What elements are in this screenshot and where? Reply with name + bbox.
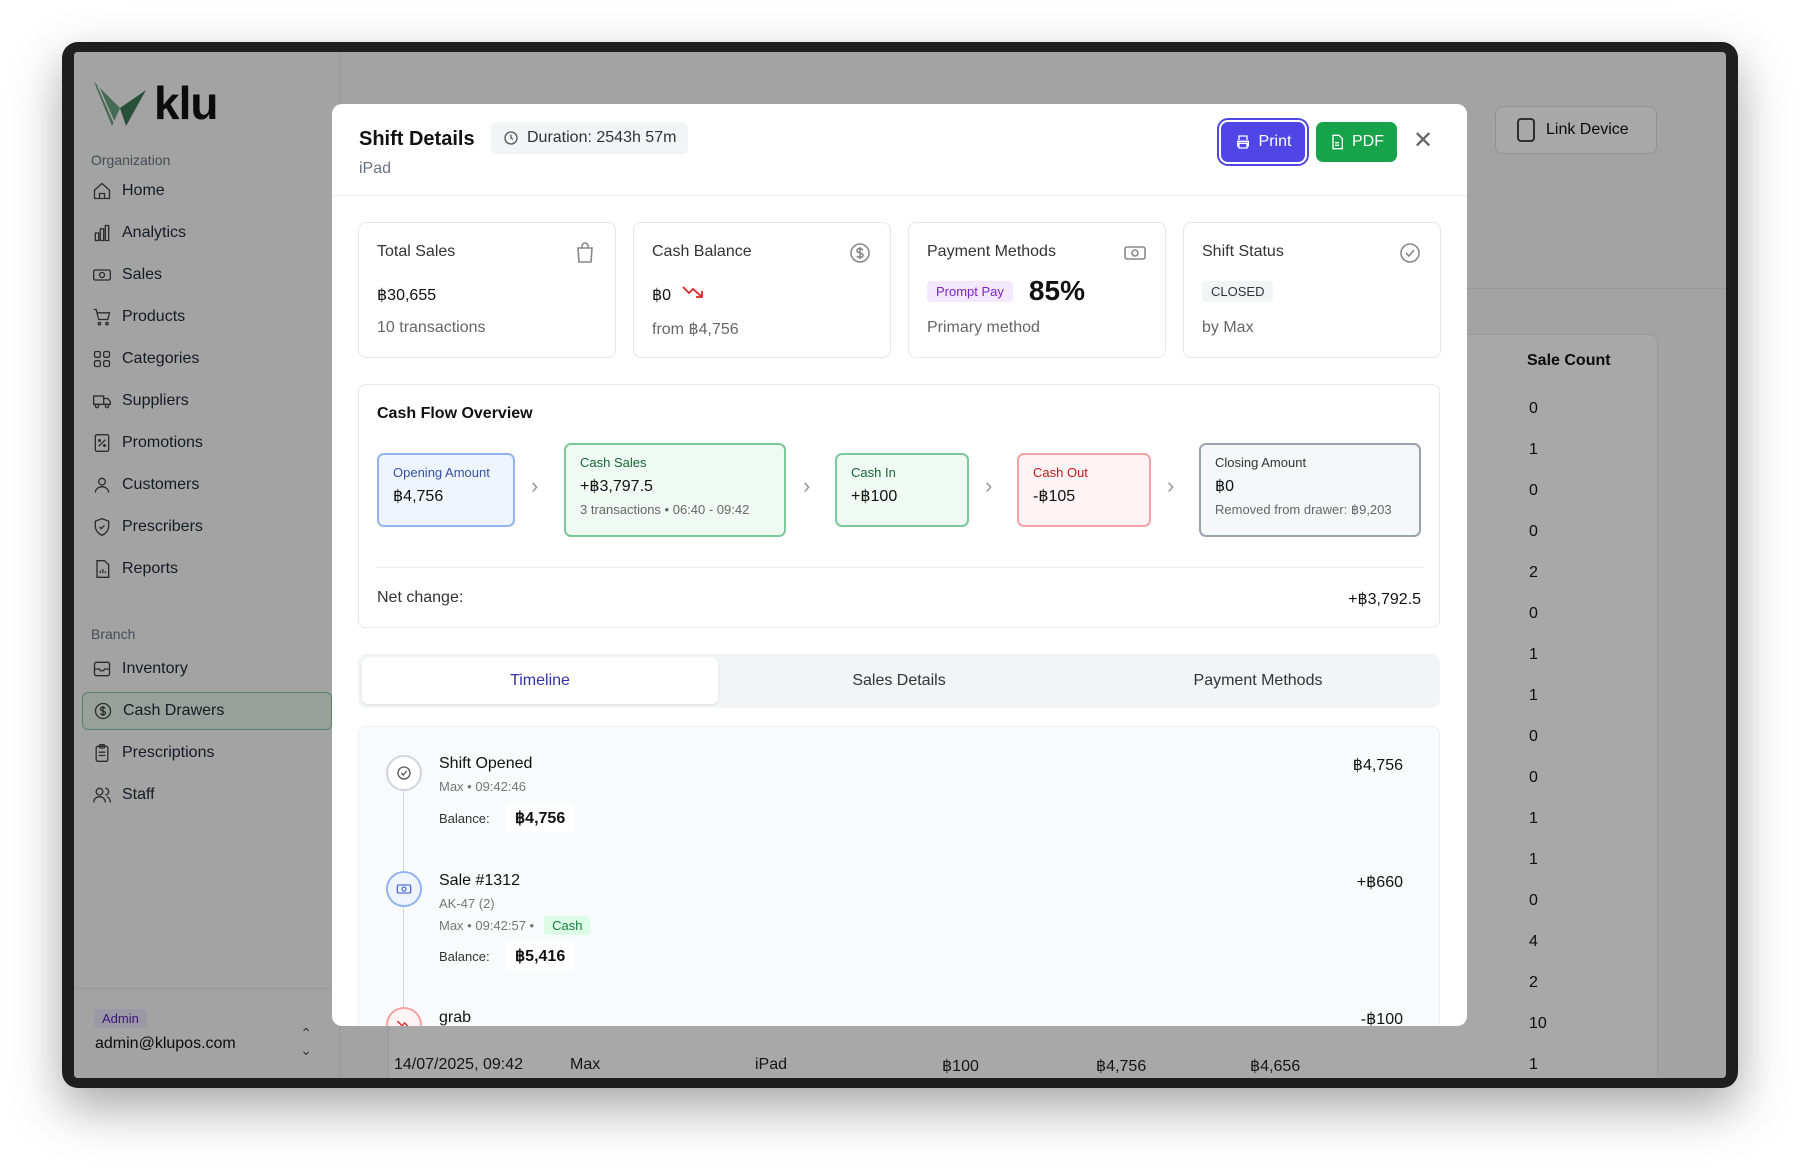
balance-label: Balance:: [439, 811, 490, 826]
shopping-bag-icon: [577, 242, 593, 263]
modal-header: Shift Details iPad Duration: 2543h 57m P…: [332, 104, 1467, 196]
balance-value: ฿5,416: [505, 941, 576, 971]
card-title: Cash Balance: [652, 243, 752, 260]
closing-amount-box: Closing Amount ฿0 Removed from drawer: ฿…: [1199, 443, 1421, 537]
chevron-right-icon: ›: [1167, 473, 1175, 498]
tab-timeline[interactable]: Timeline: [362, 658, 718, 704]
status-badge: CLOSED: [1202, 281, 1274, 302]
flow-label: Cash Out: [1033, 465, 1088, 480]
cash-flow-overview: Cash Flow Overview Opening Amount ฿4,756…: [358, 384, 1440, 628]
trend-down-icon: [386, 1007, 422, 1026]
flow-label: Cash Sales: [580, 455, 647, 470]
flow-label: Closing Amount: [1215, 455, 1307, 470]
event-title: Sale #1312: [439, 872, 520, 889]
card-sub: from ฿4,756: [652, 321, 739, 338]
banknote-icon: [386, 871, 422, 907]
duration-badge: Duration: 2543h 57m: [491, 122, 689, 154]
device-name: iPad: [359, 160, 392, 177]
total-sales-card: Total Sales ฿30,655 10 transactions: [358, 222, 616, 358]
event-amount: -฿100: [1360, 1011, 1403, 1026]
card-sub: by Max: [1202, 319, 1254, 336]
payment-methods-card: Payment Methods Prompt Pay 85% Primary m…: [908, 222, 1166, 358]
event-meta-row: Max • 09:42:57 • Cash: [439, 916, 591, 935]
modal-title: Shift Details: [359, 128, 475, 150]
event-item: AK-47 (2): [439, 896, 495, 911]
app-screen: klu Organization Home Analytics Sales Pr…: [74, 52, 1726, 1078]
flow-value: ฿4,756: [393, 488, 444, 505]
card-sub: Primary method: [927, 319, 1040, 336]
event-title: Shift Opened: [439, 755, 533, 772]
card-title: Total Sales: [377, 243, 456, 260]
opening-amount-box: Opening Amount ฿4,756: [377, 453, 515, 527]
event-title: grab: [439, 1009, 472, 1026]
duration-text: Duration: 2543h 57m: [527, 129, 677, 146]
card-value-row: CLOSED: [1202, 281, 1274, 302]
file-icon: [1332, 134, 1343, 150]
net-change-label: Net change:: [377, 589, 464, 606]
chevron-right-icon: ›: [803, 473, 811, 498]
flow-label: Cash In: [851, 465, 896, 480]
flow-value: +฿100: [851, 488, 898, 505]
shift-status-card: Shift Status CLOSED by Max: [1183, 222, 1441, 358]
tab-sales-details[interactable]: Sales Details: [721, 658, 1077, 704]
flow-value: +฿3,797.5: [580, 478, 653, 495]
printer-icon: [1236, 135, 1249, 149]
chevron-right-icon: ›: [531, 473, 539, 498]
card-title: Shift Status: [1202, 243, 1284, 260]
method-badge: Prompt Pay: [927, 280, 1013, 302]
event-meta: Max • 09:42:57 •: [439, 918, 535, 933]
check-circle-icon: [1400, 243, 1420, 263]
banknote-icon: [1124, 246, 1146, 260]
cash-balance-card: Cash Balance ฿0 from ฿4,756: [633, 222, 891, 358]
cash-out-box: Cash Out -฿105: [1017, 453, 1151, 527]
dollar-circle-icon: [850, 243, 870, 263]
flow-sub: 3 transactions • 06:40 - 09:42: [580, 502, 750, 517]
balance-value: ฿4,756: [505, 803, 576, 833]
payment-method-badge: Cash: [544, 916, 591, 935]
clock-icon: [504, 131, 518, 145]
flow-sub: Removed from drawer: ฿9,203: [1215, 502, 1392, 517]
divider: [377, 567, 1423, 568]
print-label: Print: [1258, 133, 1292, 150]
cash-in-box: Cash In +฿100: [835, 453, 969, 527]
print-button[interactable]: Print: [1221, 122, 1305, 162]
detail-tabs: Timeline Sales Details Payment Methods: [358, 654, 1440, 708]
card-value-row: Prompt Pay 85%: [927, 275, 1085, 307]
pdf-label: PDF: [1352, 133, 1384, 150]
card-value: ฿30,655: [377, 287, 437, 304]
flow-value: -฿105: [1033, 488, 1076, 505]
event-meta: Max • 09:42:46: [439, 779, 526, 794]
trend-down-icon: [681, 286, 703, 298]
method-percent: 85%: [1028, 275, 1085, 306]
flow-label: Opening Amount: [393, 465, 490, 480]
card-title: Payment Methods: [927, 243, 1056, 260]
balance-label: Balance:: [439, 949, 490, 964]
chevron-right-icon: ›: [985, 473, 993, 498]
card-value: ฿0: [652, 287, 672, 304]
card-sub: 10 transactions: [377, 319, 486, 336]
net-change-value: +฿3,792.5: [1348, 591, 1421, 608]
flow-value: ฿0: [1215, 478, 1235, 495]
timeline-panel: Shift Opened Max • 09:42:46 ฿4,756 Balan…: [358, 726, 1440, 1026]
event-amount: +฿660: [1356, 874, 1403, 891]
tab-payment-methods[interactable]: Payment Methods: [1080, 658, 1436, 704]
shift-details-modal: Shift Details iPad Duration: 2543h 57m P…: [332, 104, 1467, 1026]
event-amount: ฿4,756: [1352, 757, 1403, 774]
close-icon[interactable]: ✕: [1413, 126, 1433, 156]
pdf-button[interactable]: PDF: [1316, 122, 1397, 162]
check-circle-icon: [386, 755, 422, 791]
section-title: Cash Flow Overview: [377, 405, 533, 422]
cash-sales-box: Cash Sales +฿3,797.5 3 transactions • 06…: [564, 443, 786, 537]
card-value-row: ฿0: [652, 285, 704, 305]
